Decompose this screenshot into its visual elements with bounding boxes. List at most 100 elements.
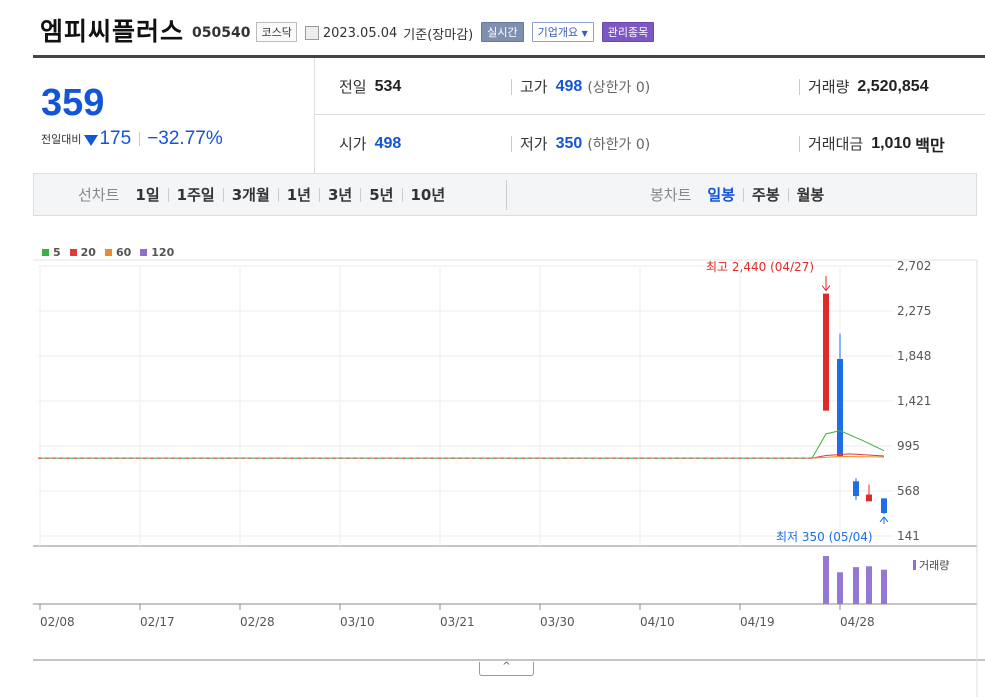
- candle-tab-1[interactable]: 주봉: [743, 187, 788, 202]
- line-tab-4[interactable]: 3년: [319, 187, 360, 202]
- candle-chart-label: 봉차트: [650, 186, 692, 204]
- line-tab-3[interactable]: 1년: [277, 187, 319, 202]
- down-triangle-icon: [84, 134, 99, 146]
- quote-summary: 359 전일대비 175 −32.77% 전일 534 고가 498 (상한가 …: [33, 55, 985, 173]
- volume-swatch: [913, 560, 916, 570]
- y-tick-label: 141: [897, 529, 920, 543]
- low-annotation: 최저 350 (05/04): [776, 530, 873, 544]
- prev-close-value: 534: [374, 77, 402, 95]
- legend-item-2: 60: [104, 246, 132, 259]
- x-tick-label: 03/10: [340, 615, 375, 629]
- legend-label: 5: [53, 246, 61, 259]
- upper-limit: (상한가 0): [587, 79, 651, 96]
- x-tick-label: 02/17: [140, 615, 175, 629]
- legend-swatch: [42, 249, 49, 256]
- candle-body: [881, 498, 887, 514]
- candle-body: [823, 293, 829, 411]
- candle-body: [837, 358, 843, 456]
- divider: [511, 78, 512, 95]
- volume-bar: [881, 569, 887, 604]
- divider: [799, 135, 800, 152]
- chart-collapse-toggle[interactable]: ^: [479, 662, 534, 676]
- legend-label: 120: [151, 246, 175, 259]
- company-info-dropdown[interactable]: 기업개요 ▼: [531, 22, 594, 42]
- x-tick-label: 04/10: [640, 615, 675, 629]
- line-tab-0[interactable]: 1일: [129, 187, 167, 202]
- line-tab-1[interactable]: 1주일: [167, 187, 223, 202]
- stock-code: 050540: [192, 25, 251, 41]
- line-chart-tabs: 선차트 1일 1주일 3개월 1년 3년 5년 10년: [78, 174, 453, 215]
- low-cell: 저가 350 (하한가 0): [511, 115, 650, 172]
- x-tick-label: 04/28: [840, 615, 875, 629]
- quote-basis: 기준(장마감): [403, 27, 474, 43]
- change-amount: 175: [99, 128, 132, 149]
- price-change: 전일대비 175 −32.77%: [41, 128, 223, 150]
- volume-bar: [866, 566, 872, 604]
- legend-label: 20: [80, 246, 96, 259]
- high-value: 498: [555, 77, 583, 95]
- candle-body: [866, 494, 872, 502]
- line-tab-6[interactable]: 10년: [401, 187, 454, 202]
- divider: [799, 78, 800, 95]
- x-tick-label: 03/30: [540, 615, 575, 629]
- change-label: 전일대비: [41, 133, 82, 146]
- company-info-label: 기업개요: [537, 26, 579, 39]
- change-rate: −32.77%: [147, 128, 223, 149]
- legend-label: 60: [115, 246, 132, 259]
- stock-header: 엠피씨플러스 050540 코스닥 2023.05.04 기준(장마감) 실시간…: [40, 14, 655, 46]
- chart-canvas[interactable]: 2,702 2,275 1,848 1,421 995 568 141 02/08 02/17 0…: [0, 216, 985, 697]
- amount-value: 1,010: [871, 134, 912, 152]
- open-value: 498: [374, 134, 402, 152]
- high-cell: 고가 498 (상한가 0): [511, 58, 650, 115]
- divider: [506, 180, 507, 210]
- market-badge: 코스닥: [256, 22, 297, 42]
- price-box: 359 전일대비 175 −32.77%: [33, 58, 315, 173]
- quote-date: 2023.05.04: [322, 25, 398, 41]
- volume-bar: [837, 572, 843, 604]
- y-tick-label: 568: [897, 484, 920, 498]
- y-tick-label: 1,848: [897, 349, 931, 363]
- candle-tab-0[interactable]: 일봉: [701, 187, 743, 202]
- volume-legend-label: 거래량: [919, 559, 950, 572]
- candle-chart-tabs: 봉차트 일봉 주봉 월봉: [650, 174, 832, 215]
- y-tick-label: 995: [897, 439, 920, 453]
- volume-bar: [853, 567, 859, 604]
- line-tab-5[interactable]: 5년: [360, 187, 401, 202]
- legend-item-0: 5: [42, 246, 61, 259]
- volume-value: 2,520,854: [857, 77, 929, 95]
- x-tick-label: 03/21: [440, 615, 475, 629]
- candle-body: [853, 481, 859, 497]
- x-tick-label: 02/28: [240, 615, 275, 629]
- x-tick-label: 02/08: [40, 615, 75, 629]
- low-value: 350: [555, 134, 583, 152]
- amount-label: 거래대금: [808, 135, 864, 153]
- volume-cell: 거래량 2,520,854: [799, 58, 929, 115]
- chart-period-tabs: 선차트 1일 1주일 3개월 1년 3년 5년 10년 봉차트 일봉 주봉 월봉: [33, 173, 977, 216]
- legend-item-1: 20: [69, 246, 96, 259]
- volume-legend: 거래량: [913, 557, 949, 573]
- current-price: 359: [41, 82, 105, 124]
- divider: [511, 135, 512, 152]
- ma-legend: 5 20 60 120: [42, 246, 183, 259]
- high-annotation: 최고 2,440 (04/27): [706, 260, 814, 274]
- candle-tab-2[interactable]: 월봉: [787, 187, 833, 202]
- amount-cell: 거래대금 1,010 백만: [799, 115, 945, 172]
- legend-item-3: 120: [140, 246, 174, 259]
- calendar-icon: [304, 26, 319, 40]
- legend-swatch: [140, 249, 148, 256]
- volume-label: 거래량: [808, 78, 850, 96]
- watch-list-badge[interactable]: 관리종목: [601, 22, 655, 42]
- x-tick-label: 04/19: [740, 615, 775, 629]
- lower-limit: (하한가 0): [587, 136, 651, 153]
- amount-unit: 백만: [915, 137, 945, 155]
- price-chart[interactable]: 2,702 2,275 1,848 1,421 995 568 141 02/08 02/17 0…: [0, 216, 985, 697]
- summary-row-2: 시가 498 저가 350 (하한가 0) 거래대금 1,010 백만: [315, 115, 985, 172]
- prev-close-cell: 전일 534: [339, 58, 401, 115]
- stock-name: 엠피씨플러스: [40, 17, 185, 46]
- open-cell: 시가 498: [339, 115, 401, 172]
- realtime-button[interactable]: 실시간: [481, 22, 524, 42]
- y-tick-label: 2,275: [897, 304, 931, 318]
- legend-swatch: [69, 249, 77, 256]
- open-label: 시가: [339, 135, 367, 153]
- line-tab-2[interactable]: 3개월: [222, 187, 278, 202]
